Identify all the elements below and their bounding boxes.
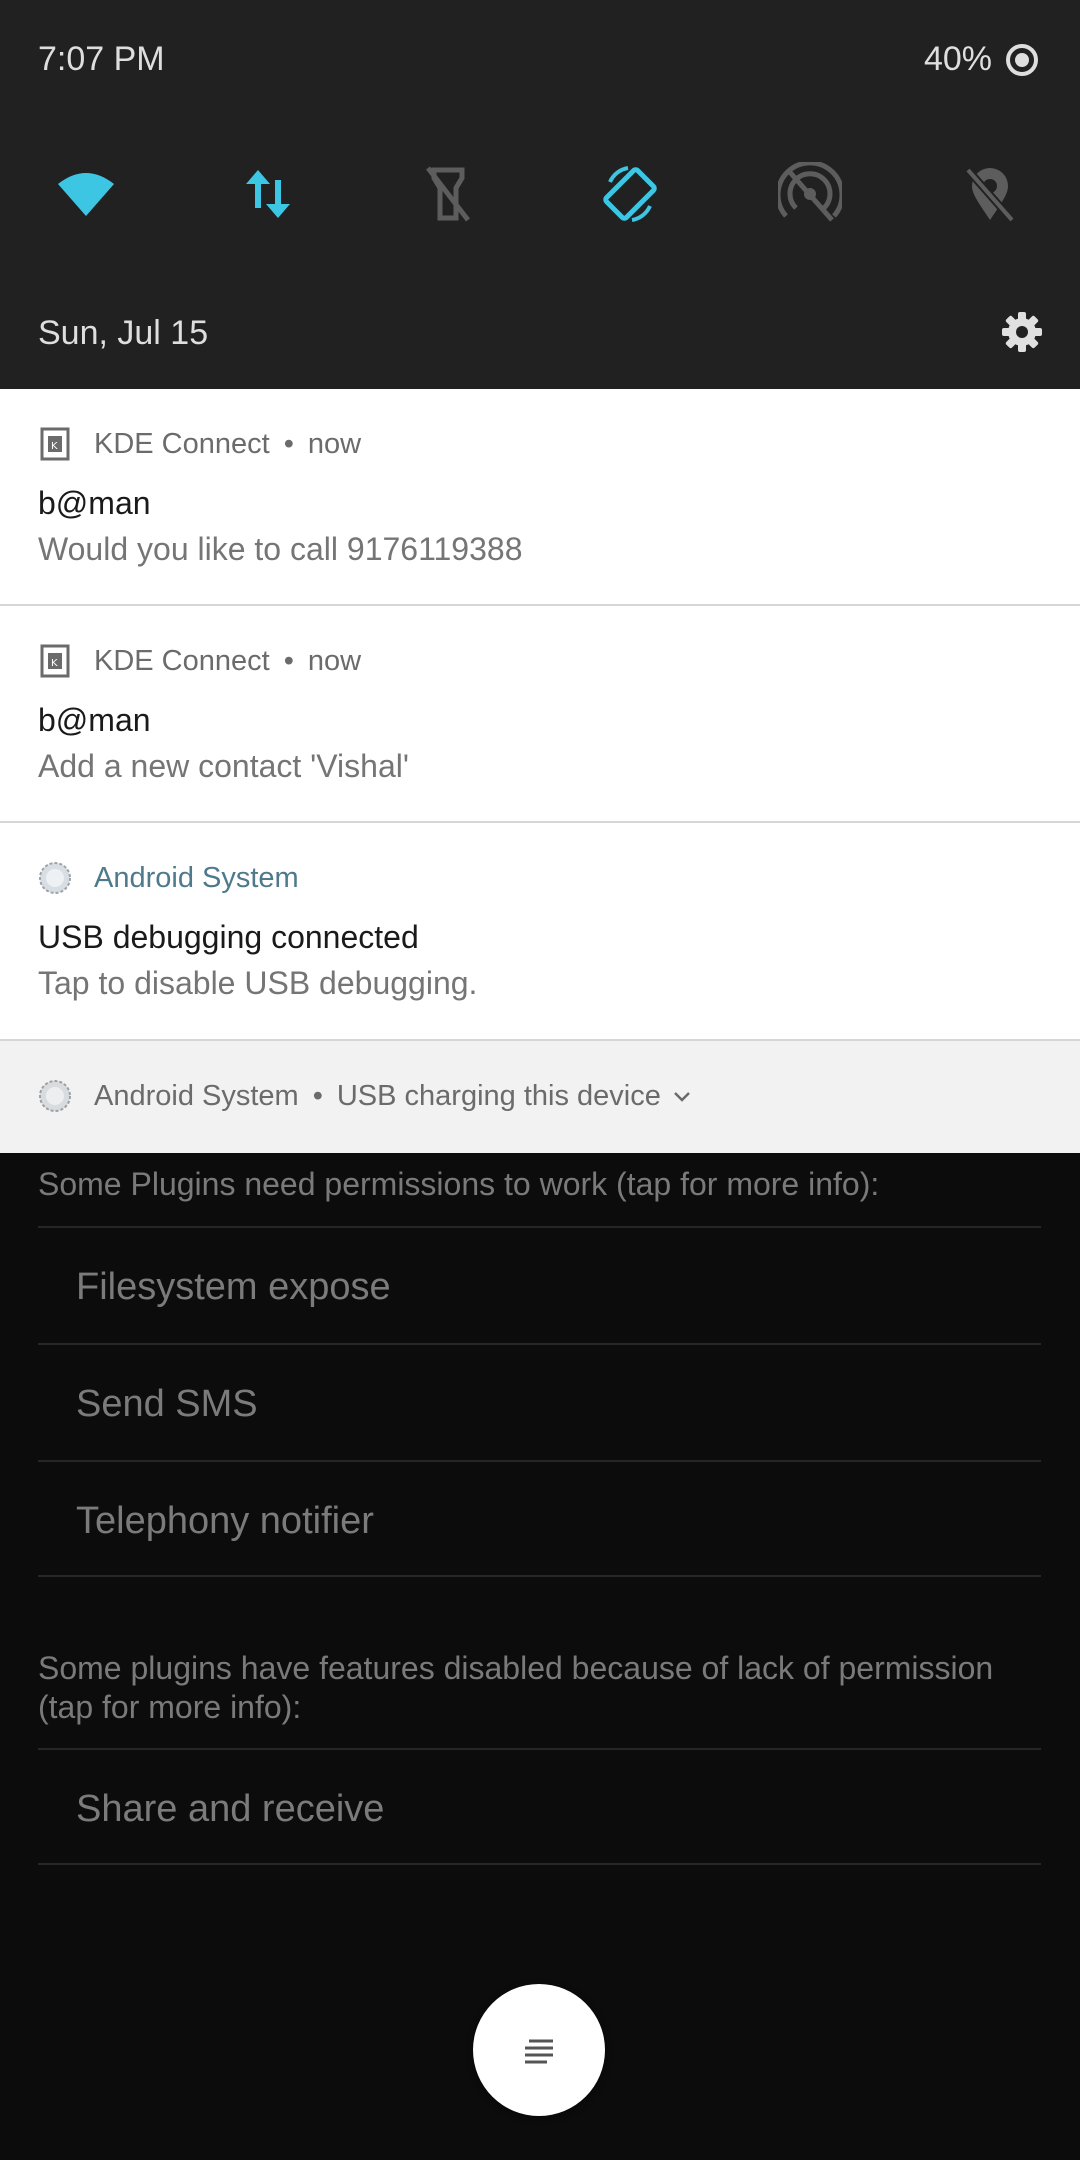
notification-header: Android System • USB charging this devic… <box>38 1079 693 1113</box>
notification-title: b@man <box>38 485 151 521</box>
notification-usb-charging[interactable]: Android System • USB charging this devic… <box>0 1041 1080 1153</box>
notification-usb-debugging[interactable]: Android System USB debugging connected T… <box>0 823 1080 1041</box>
flashlight-icon <box>426 166 470 222</box>
separator-dot: • <box>283 427 294 460</box>
plugin-row[interactable]: Filesystem expose <box>38 1226 1041 1343</box>
auto-rotate-icon <box>603 166 657 222</box>
tile-mobile-data[interactable] <box>226 152 310 236</box>
notification-text: Add a new contact 'Vishal' <box>38 748 409 784</box>
plugin-label: Telephony notifier <box>76 1500 374 1542</box>
notification-app-name: Android System <box>94 861 299 894</box>
qs-date: Sun, Jul 15 <box>38 314 209 352</box>
android-system-icon <box>39 862 71 894</box>
notification-time: now <box>307 427 362 460</box>
notification-title: b@man <box>38 702 151 738</box>
notification-header: K KDE Connect • now <box>38 427 361 461</box>
disabled-note[interactable]: Some plugins have features disabled beca… <box>38 1649 1048 1727</box>
notification-header: Android System <box>38 861 299 895</box>
plugin-row[interactable]: Share and receive <box>38 1748 1041 1865</box>
notification-app-name: Android System <box>94 1079 299 1112</box>
status-time: 7:07 PM <box>38 40 165 78</box>
tile-hotspot[interactable] <box>768 152 852 236</box>
tile-wifi[interactable] <box>44 152 128 236</box>
battery-saver-ring-icon <box>1006 43 1038 76</box>
quick-settings-panel: 7:07 PM 40% Sun, Jul 15 <box>0 0 1080 389</box>
tile-location[interactable] <box>948 152 1032 236</box>
notification-header: K KDE Connect • now <box>38 644 361 678</box>
hotspot-icon <box>778 162 842 222</box>
notification-app-name: KDE Connect <box>94 644 270 677</box>
tile-auto-rotate[interactable] <box>588 152 672 236</box>
menu-fab-button[interactable] <box>473 1984 605 2116</box>
plugin-label: Filesystem expose <box>76 1266 391 1308</box>
notification-kde-call[interactable]: K KDE Connect • now b@man Would you like… <box>0 389 1080 606</box>
plugin-row[interactable]: Telephony notifier <box>38 1460 1041 1577</box>
battery-level: 40% <box>923 40 992 78</box>
gear-icon[interactable] <box>1000 310 1044 354</box>
separator-dot: • <box>312 1079 323 1112</box>
plugin-row[interactable]: Send SMS <box>38 1343 1041 1460</box>
plugin-label: Send SMS <box>76 1383 258 1425</box>
svg-text:K: K <box>51 441 58 452</box>
tile-flashlight[interactable] <box>406 152 490 236</box>
plugin-label: Share and receive <box>76 1788 385 1830</box>
notification-text: Tap to disable USB debugging. <box>38 965 478 1001</box>
notification-app-name: KDE Connect <box>94 427 270 460</box>
notification-time: now <box>307 644 362 677</box>
menu-lines-icon <box>525 2039 553 2064</box>
status-right: 40% <box>924 40 1040 79</box>
notification-summary: USB charging this device <box>336 1079 661 1112</box>
quick-tiles-row <box>0 152 1080 236</box>
notification-text: Would you like to call 9176119388 <box>38 531 523 567</box>
mobile-data-icon <box>246 170 290 218</box>
location-icon <box>964 167 1016 223</box>
separator-dot: • <box>283 644 294 677</box>
wifi-icon <box>58 173 114 216</box>
kde-connect-icon: K <box>40 644 70 678</box>
notification-title: USB debugging connected <box>38 919 419 955</box>
chevron-down-icon[interactable] <box>671 1085 693 1107</box>
android-system-icon <box>39 1080 71 1112</box>
permissions-note[interactable]: Some Plugins need permissions to work (t… <box>38 1165 1048 1204</box>
svg-text:K: K <box>51 658 58 669</box>
kde-connect-icon: K <box>40 427 70 461</box>
notification-kde-contact[interactable]: K KDE Connect • now b@man Add a new cont… <box>0 606 1080 823</box>
